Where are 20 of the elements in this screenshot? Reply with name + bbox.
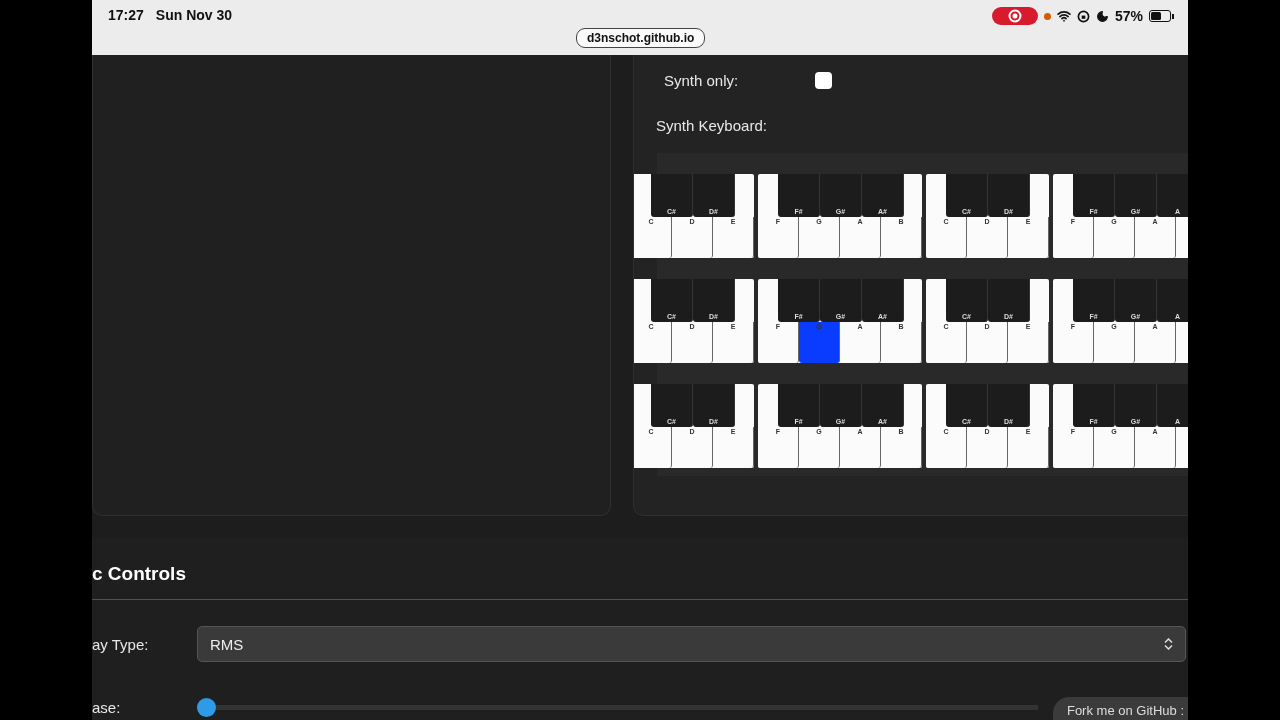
type-select[interactable]: RMS xyxy=(197,626,1186,662)
chevron-updown-icon xyxy=(1164,638,1173,650)
synth-only-checkbox[interactable] xyxy=(815,71,832,89)
synth-keyboard-label: Synth Keyboard: xyxy=(656,117,768,134)
synth-only-label: Synth only: xyxy=(664,71,740,89)
release-label: ase: xyxy=(92,699,122,716)
battery-percent: 57% xyxy=(1114,8,1143,24)
battery-icon xyxy=(1149,10,1174,22)
type-label: ay Type: xyxy=(92,635,150,653)
privacy-dot xyxy=(1043,12,1051,20)
moon-icon xyxy=(1095,9,1109,23)
wifi-icon xyxy=(1056,9,1071,23)
url-pill[interactable]: d3nschot.github.io xyxy=(576,28,706,48)
slider-thumb[interactable] xyxy=(197,698,216,717)
status-time: 17:27 xyxy=(108,7,144,23)
section-title: c Controls xyxy=(92,563,187,585)
rotation-lock-icon xyxy=(1076,9,1090,23)
recording-indicator[interactable] xyxy=(991,7,1038,25)
github-ribbon[interactable]: Fork me on GitHub : xyxy=(1052,697,1188,720)
status-date: Sun Nov 30 xyxy=(155,7,233,23)
